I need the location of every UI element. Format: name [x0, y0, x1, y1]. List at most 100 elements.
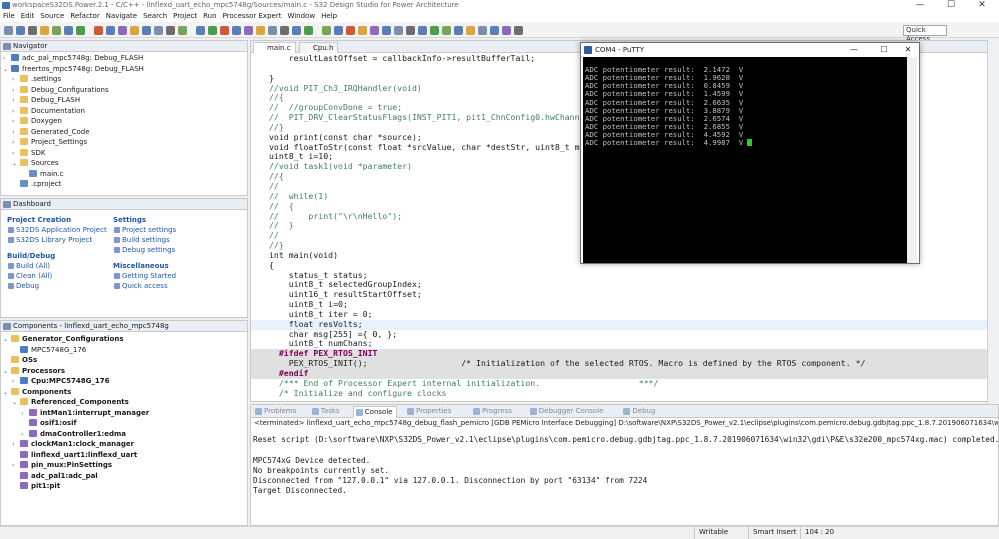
- toolbar-button-icon[interactable]: [322, 26, 331, 35]
- toolbar-button-icon[interactable]: [514, 26, 523, 35]
- toolbar-button-icon[interactable]: [244, 26, 253, 35]
- menu-item-navigate[interactable]: Navigate: [106, 12, 137, 20]
- navigator-item[interactable]: › Generated_Code: [3, 127, 247, 138]
- toolbar-button-icon[interactable]: [118, 26, 127, 35]
- debug-link[interactable]: Debug: [7, 281, 112, 291]
- build-all-link[interactable]: Build (All): [7, 261, 112, 271]
- toolbar-button-icon[interactable]: [304, 26, 313, 35]
- toolbar-button-icon[interactable]: [232, 26, 241, 35]
- tab-debug[interactable]: Debug: [621, 406, 658, 418]
- toolbar-button-icon[interactable]: [154, 26, 163, 35]
- toolbar-button-icon[interactable]: [478, 26, 487, 35]
- components-item[interactable]: › clockMan1:clock_manager: [3, 439, 247, 450]
- clean-all-link[interactable]: Clean (All): [7, 271, 112, 281]
- components-item[interactable]: MPC5748G_176: [3, 345, 247, 356]
- toolbar-button-icon[interactable]: [106, 26, 115, 35]
- toolbar-button-icon[interactable]: [394, 26, 403, 35]
- tab-tasks[interactable]: Tasks: [310, 406, 343, 418]
- components-item[interactable]: ⌄ Referenced_Components: [3, 397, 247, 408]
- tab-debugger-console[interactable]: Debugger Console: [528, 406, 607, 418]
- components-item[interactable]: OSs: [3, 355, 247, 366]
- toolbar-button-icon[interactable]: [292, 26, 301, 35]
- toolbar-button-icon[interactable]: [466, 26, 475, 35]
- toolbar-button-icon[interactable]: [346, 26, 355, 35]
- s32ds-application-project-link[interactable]: S32DS Application Project: [7, 225, 112, 235]
- putty-scrollbar[interactable]: [907, 57, 917, 263]
- close-button[interactable]: ✕: [967, 0, 997, 11]
- toolbar-button-icon[interactable]: [406, 26, 415, 35]
- navigator-item[interactable]: › Debug_Configurations: [3, 85, 247, 96]
- toolbar-button-icon[interactable]: [40, 26, 49, 35]
- quick-access-input[interactable]: Quick Access: [903, 25, 947, 43]
- components-item[interactable]: ⌄ Processors: [3, 366, 247, 377]
- toolbar-button-icon[interactable]: [196, 26, 205, 35]
- toolbar-button-icon[interactable]: [268, 26, 277, 35]
- components-item[interactable]: pit1:pit: [3, 481, 247, 492]
- tab-main-c[interactable]: main.c: [253, 42, 296, 53]
- minimize-button[interactable]: —: [905, 0, 935, 11]
- tab-properties[interactable]: Properties: [405, 406, 454, 418]
- menu-item-search[interactable]: Search: [143, 12, 167, 20]
- toolbar-button-icon[interactable]: [334, 26, 343, 35]
- components-item[interactable]: adc_pal1:adc_pal: [3, 471, 247, 482]
- menu-item-project[interactable]: Project: [173, 12, 197, 20]
- navigator-item[interactable]: main.c: [3, 169, 247, 180]
- navigator-item[interactable]: › adc_pal_mpc5748g: Debug_FLASH: [3, 53, 247, 64]
- toolbar-button-icon[interactable]: [454, 26, 463, 35]
- components-item[interactable]: › pin_mux:PinSettings: [3, 460, 247, 471]
- toolbar-button-icon[interactable]: [142, 26, 151, 35]
- settings-heading[interactable]: Settings: [113, 215, 218, 225]
- menu-item-processor-expert[interactable]: Processor Expert: [223, 12, 282, 20]
- toolbar-button-icon[interactable]: [256, 26, 265, 35]
- toolbar-button-icon[interactable]: [430, 26, 439, 35]
- components-item[interactable]: › dmaController1:edma: [3, 429, 247, 440]
- tab-cpu-h[interactable]: Cpu.h: [299, 42, 339, 53]
- project-settings-link[interactable]: Project settings: [113, 225, 218, 235]
- toolbar-button-icon[interactable]: [94, 26, 103, 35]
- build-debug-heading[interactable]: Build/Debug: [7, 251, 112, 261]
- menu-item-edit[interactable]: Edit: [21, 12, 35, 20]
- quick-access-link[interactable]: Quick access: [113, 281, 218, 291]
- toolbar-button-icon[interactable]: [280, 26, 289, 35]
- menu-item-window[interactable]: Window: [287, 12, 315, 20]
- putty-minimize-button[interactable]: —: [843, 43, 865, 57]
- navigator-item[interactable]: ⌄ freertos_mpc5748g: Debug_FLASH: [3, 64, 247, 75]
- navigator-item[interactable]: › Doxygen: [3, 116, 247, 127]
- debug-settings-link[interactable]: Debug settings: [113, 245, 218, 255]
- console-output[interactable]: Reset script (D:\sorftware\NXP\S32DS_Pow…: [251, 435, 999, 497]
- build-settings-link[interactable]: Build settings: [113, 235, 218, 245]
- components-title[interactable]: Components - linflexd_uart_echo_mpc5748g: [13, 322, 169, 330]
- toolbar-button-icon[interactable]: [52, 26, 61, 35]
- toolbar-button-icon[interactable]: [382, 26, 391, 35]
- tab-problems[interactable]: Problems: [253, 406, 299, 418]
- putty-maximize-button[interactable]: ☐: [873, 43, 895, 57]
- components-item[interactable]: osif1:osif: [3, 418, 247, 429]
- tab-progress[interactable]: Progress: [471, 406, 515, 418]
- navigator-item[interactable]: › Documentation: [3, 106, 247, 117]
- getting-started-link[interactable]: Getting Started: [113, 271, 218, 281]
- navigator-item[interactable]: › Project_Settings: [3, 137, 247, 148]
- navigator-item[interactable]: › .settings: [3, 74, 247, 85]
- components-item[interactable]: ⌄ Generator_Configurations: [3, 334, 247, 345]
- toolbar-button-icon[interactable]: [166, 26, 175, 35]
- toolbar-button-icon[interactable]: [130, 26, 139, 35]
- putty-close-button[interactable]: ✕: [897, 43, 919, 57]
- menu-item-run[interactable]: Run: [203, 12, 216, 20]
- navigator-item[interactable]: › Debug_FLASH: [3, 95, 247, 106]
- components-item[interactable]: ⌄ Components: [3, 387, 247, 398]
- maximize-button[interactable]: ☐: [936, 0, 966, 11]
- toolbar-button-icon[interactable]: [442, 26, 451, 35]
- toolbar-button-icon[interactable]: [370, 26, 379, 35]
- toolbar-button-icon[interactable]: [418, 26, 427, 35]
- toolbar-button-icon[interactable]: [76, 26, 85, 35]
- navigator-item[interactable]: .cproject: [3, 179, 247, 190]
- putty-window[interactable]: COM4 - PuTTY — ☐ ✕ ADC potentiometer res…: [580, 42, 920, 264]
- toolbar-button-icon[interactable]: [502, 26, 511, 35]
- toolbar-button-icon[interactable]: [64, 26, 73, 35]
- menu-item-source[interactable]: Source: [40, 12, 64, 20]
- project-creation-heading[interactable]: Project Creation: [7, 215, 112, 225]
- s32ds-library-project-link[interactable]: S32DS Library Project: [7, 235, 112, 245]
- dashboard-title[interactable]: Dashboard: [13, 200, 51, 208]
- toolbar-button-icon[interactable]: [208, 26, 217, 35]
- menu-item-file[interactable]: File: [3, 12, 15, 20]
